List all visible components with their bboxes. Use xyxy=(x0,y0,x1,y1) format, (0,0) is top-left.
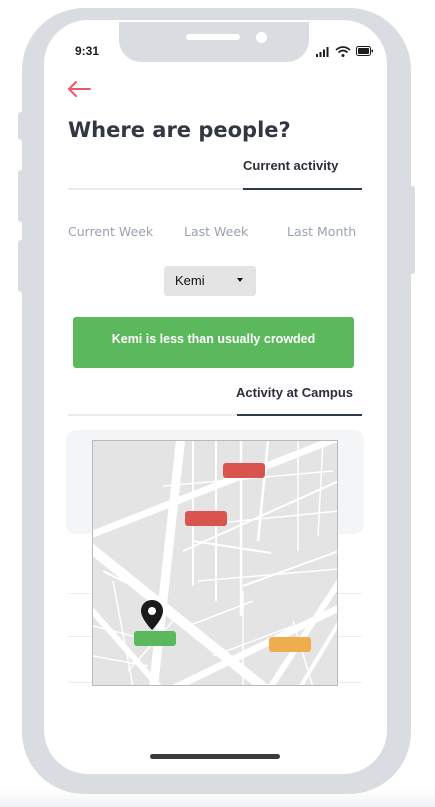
tab-active-indicator xyxy=(243,188,362,190)
home-indicator[interactable] xyxy=(150,754,280,759)
location-select[interactable]: Kemi xyxy=(164,266,256,296)
tab-activity-at-campus[interactable]: Activity at Campus xyxy=(236,385,353,400)
speaker xyxy=(186,34,240,40)
period-current-week[interactable]: Current Week xyxy=(68,224,153,239)
period-last-week[interactable]: Last Week xyxy=(184,224,248,239)
camera xyxy=(256,32,267,43)
caret-down-icon xyxy=(237,278,243,282)
location-pin-icon[interactable] xyxy=(141,600,163,630)
busy-location-marker[interactable] xyxy=(223,463,265,478)
period-last-month[interactable]: Last Month xyxy=(287,224,356,239)
battery-icon xyxy=(356,46,373,56)
moderate-location-marker[interactable] xyxy=(269,637,311,652)
arrow-left-icon[interactable] xyxy=(66,78,94,100)
power-button xyxy=(409,186,415,274)
wifi-icon xyxy=(335,46,351,57)
volume-up-button xyxy=(18,170,24,222)
crowd-status-text: Kemi is less than usually crowded xyxy=(111,332,316,346)
quiet-location-marker[interactable] xyxy=(134,631,176,646)
status-time: 9:31 xyxy=(75,44,100,58)
page-title: Where are people? xyxy=(68,118,291,142)
app-mockup: 9:31 Where are people? Current activity … xyxy=(0,0,435,807)
campus-map[interactable] xyxy=(92,440,338,686)
status-icons xyxy=(316,46,373,57)
campus-tab-active-indicator xyxy=(237,414,362,416)
mute-switch xyxy=(18,112,24,140)
signal-icon xyxy=(316,47,329,57)
crowd-status-banner: Kemi is less than usually crowded xyxy=(73,317,354,368)
notch xyxy=(119,22,309,62)
busy-location-marker[interactable] xyxy=(185,511,227,526)
tab-current-activity[interactable]: Current activity xyxy=(243,158,338,173)
volume-down-button xyxy=(18,240,24,292)
location-select-value: Kemi xyxy=(175,273,205,288)
